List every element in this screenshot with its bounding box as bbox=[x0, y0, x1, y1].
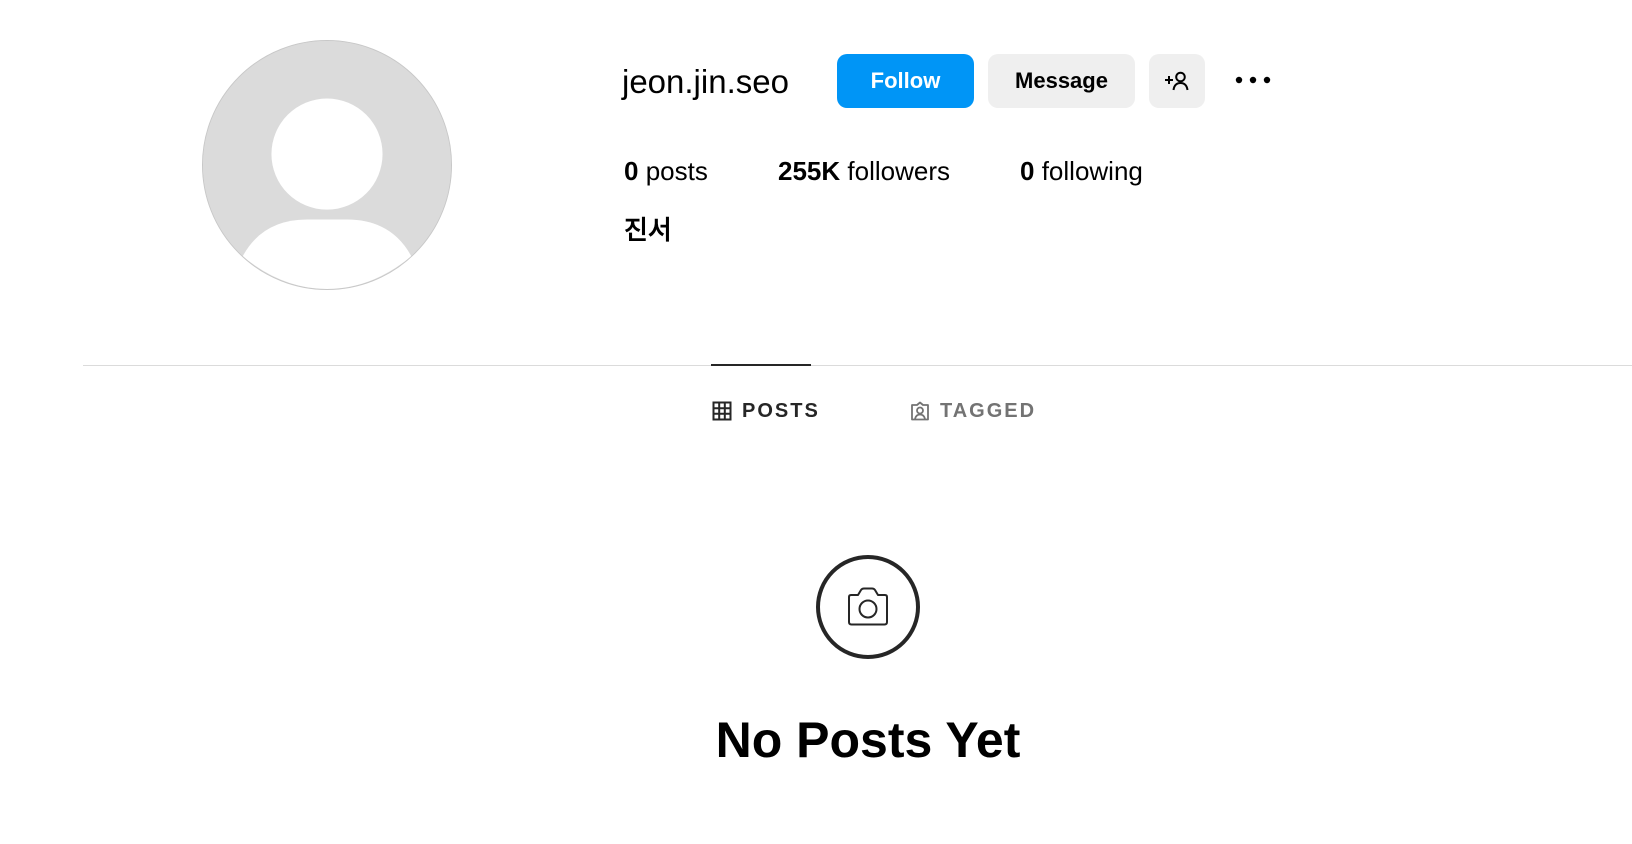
more-options-icon bbox=[1235, 76, 1271, 84]
suggest-accounts-button[interactable] bbox=[1149, 54, 1205, 108]
tabs-divider bbox=[83, 365, 1632, 366]
more-options-button[interactable] bbox=[1233, 62, 1273, 98]
default-avatar-icon bbox=[203, 41, 451, 289]
add-person-icon bbox=[1163, 70, 1191, 92]
followers-label: followers bbox=[847, 156, 950, 186]
posts-label: posts bbox=[645, 156, 708, 186]
stat-following[interactable]: 0 following bbox=[1020, 153, 1143, 189]
username: jeon.jin.seo bbox=[622, 63, 789, 100]
empty-state-camera bbox=[816, 555, 920, 659]
following-count: 0 bbox=[1020, 156, 1035, 186]
posts-count: 0 bbox=[624, 156, 639, 186]
grid-icon bbox=[712, 401, 732, 421]
message-button[interactable]: Message bbox=[988, 54, 1135, 108]
tab-posts[interactable]: POSTS bbox=[712, 398, 820, 424]
followers-count: 255K bbox=[778, 156, 841, 186]
full-name: 진서 bbox=[624, 215, 672, 245]
tab-tagged-label: TAGGED bbox=[940, 399, 1037, 422]
follow-button[interactable]: Follow bbox=[837, 54, 974, 108]
stat-followers[interactable]: 255K followers bbox=[778, 153, 950, 189]
following-label: following bbox=[1041, 156, 1143, 186]
active-tab-indicator bbox=[711, 364, 811, 366]
stat-posts: 0 posts bbox=[624, 153, 708, 189]
avatar[interactable] bbox=[202, 40, 452, 290]
tab-posts-label: POSTS bbox=[742, 399, 820, 422]
tagged-person-icon bbox=[910, 401, 930, 421]
profile-page: jeon.jin.seo Follow Message 0 posts 255K… bbox=[0, 0, 1632, 844]
camera-icon bbox=[846, 587, 890, 627]
empty-state-title: No Posts Yet bbox=[715, 712, 1021, 768]
tab-tagged[interactable]: TAGGED bbox=[910, 398, 1036, 424]
